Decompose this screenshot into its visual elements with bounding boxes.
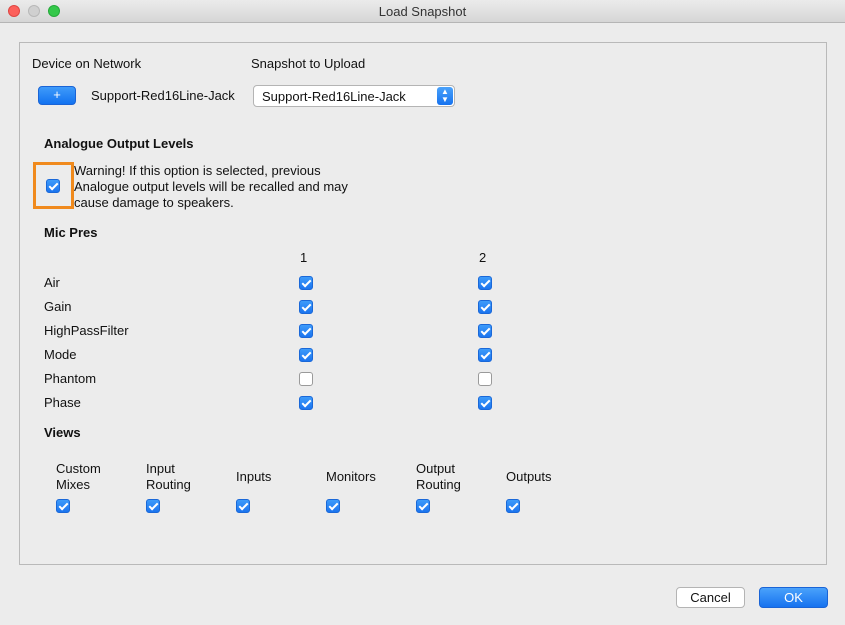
- view-label: Custom Mixes: [56, 461, 101, 492]
- mic-pres-row-label: Phantom: [44, 371, 97, 386]
- mic-pres-checkbox[interactable]: [478, 276, 492, 290]
- analogue-output-checkbox[interactable]: [46, 179, 60, 193]
- view-checkbox[interactable]: [416, 499, 430, 513]
- mic-pres-checkbox[interactable]: [478, 324, 492, 338]
- mic-pres-column-2: 2: [479, 250, 487, 265]
- mic-pres-checkbox[interactable]: [478, 396, 492, 410]
- snapshot-select[interactable]: Support-Red16Line-Jack ▲ ▼: [253, 85, 455, 107]
- mic-pres-checkbox[interactable]: [299, 372, 313, 386]
- snapshot-heading: Snapshot to Upload: [251, 56, 366, 71]
- view-label: Monitors: [326, 469, 376, 484]
- view-label: Outputs: [506, 469, 552, 484]
- mic-pres-checkbox[interactable]: [299, 396, 313, 410]
- mic-pres-row-label: Air: [44, 275, 60, 290]
- mic-pres-checkbox[interactable]: [299, 348, 313, 362]
- mic-pres-row-label: HighPassFilter: [44, 323, 129, 338]
- chevron-updown-icon: ▲ ▼: [437, 87, 453, 105]
- view-checkbox[interactable]: [56, 499, 70, 513]
- view-label: Input Routing: [146, 461, 191, 492]
- mic-pres-checkbox[interactable]: [478, 372, 492, 386]
- cancel-button[interactable]: Cancel: [676, 587, 745, 608]
- analogue-heading: Analogue Output Levels: [44, 136, 194, 151]
- mic-pres-row-label: Phase: [44, 395, 81, 410]
- mic-pres-checkbox[interactable]: [299, 300, 313, 314]
- view-label: Output Routing: [416, 461, 461, 492]
- device-heading: Device on Network: [32, 56, 142, 71]
- mic-pres-heading: Mic Pres: [44, 225, 98, 240]
- view-checkbox[interactable]: [506, 499, 520, 513]
- view-label: Inputs: [236, 469, 272, 484]
- view-checkbox[interactable]: [236, 499, 250, 513]
- analogue-warning-text: Warning! If this option is selected, pre…: [74, 163, 348, 210]
- ok-button[interactable]: OK: [759, 587, 828, 608]
- device-name: Support-Red16Line-Jack: [91, 88, 235, 103]
- mic-pres-checkbox[interactable]: [299, 276, 313, 290]
- title-bar: Load Snapshot: [0, 0, 845, 23]
- snapshot-select-value: Support-Red16Line-Jack: [262, 89, 406, 104]
- view-checkbox[interactable]: [146, 499, 160, 513]
- add-device-button[interactable]: +: [38, 86, 76, 105]
- view-checkbox[interactable]: [326, 499, 340, 513]
- mic-pres-column-1: 1: [300, 250, 308, 265]
- mic-pres-row-label: Gain: [44, 299, 72, 314]
- views-heading: Views: [44, 425, 81, 440]
- mic-pres-row-label: Mode: [44, 347, 77, 362]
- window-title: Load Snapshot: [378, 4, 467, 19]
- mic-pres-checkbox[interactable]: [478, 300, 492, 314]
- mic-pres-checkbox[interactable]: [299, 324, 313, 338]
- mic-pres-checkbox[interactable]: [478, 348, 492, 362]
